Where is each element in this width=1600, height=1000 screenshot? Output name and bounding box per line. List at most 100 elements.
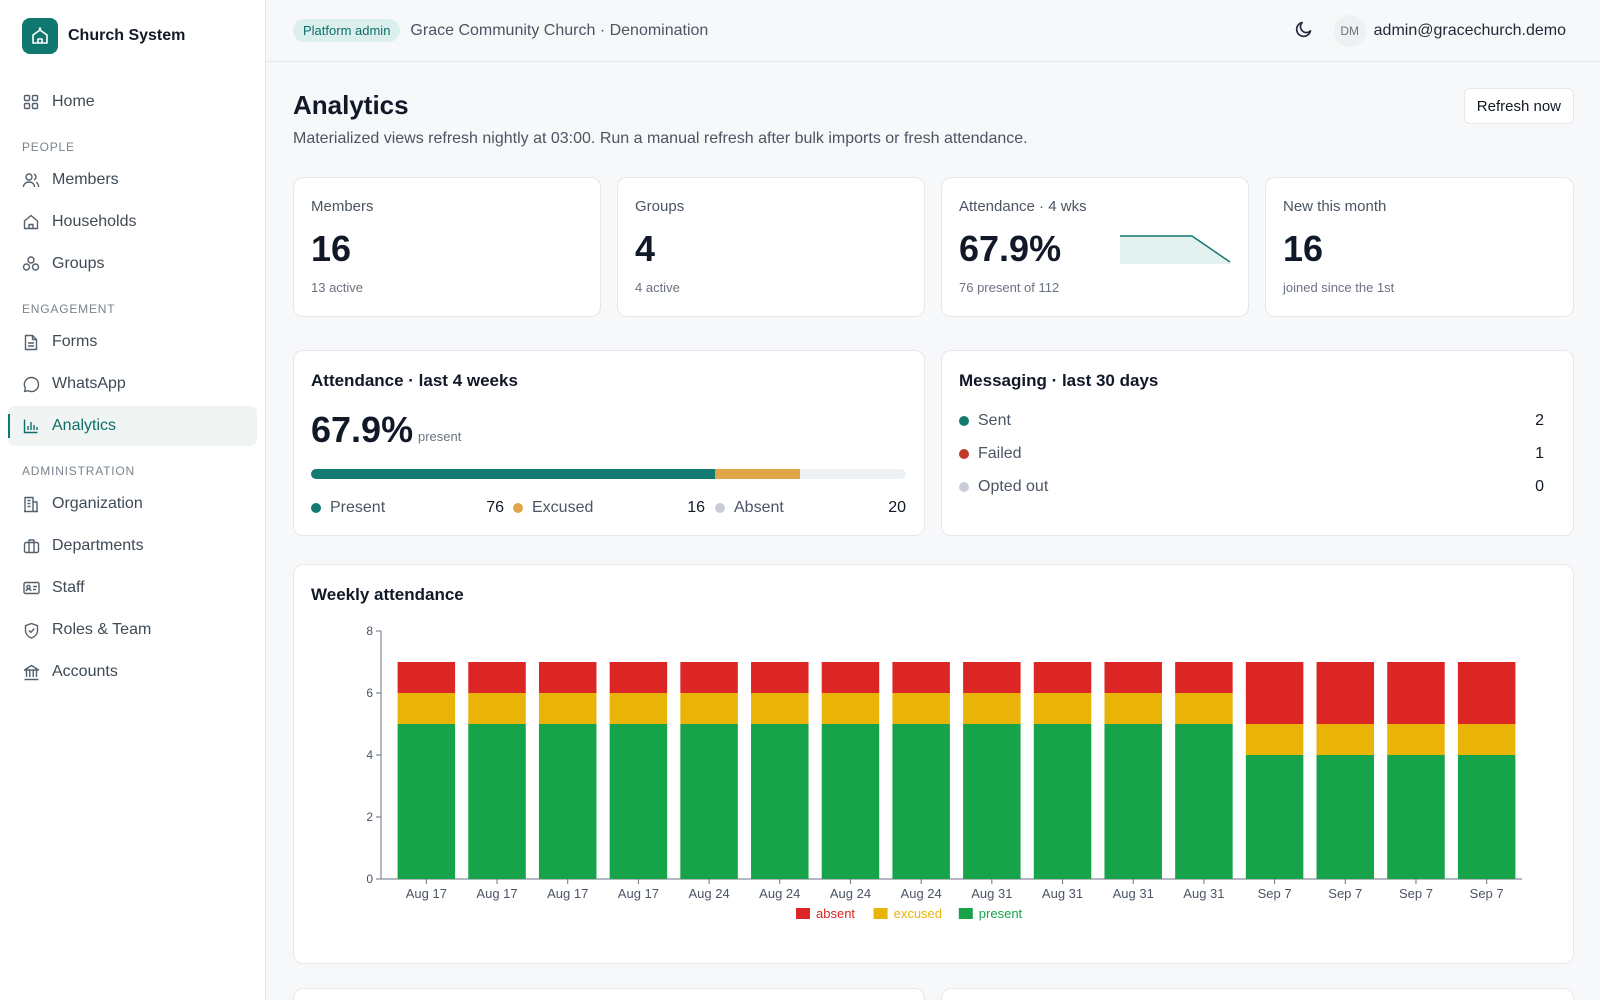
bar-absent <box>1033 662 1092 693</box>
sidebar-item-label: Organization <box>52 495 143 512</box>
user-email[interactable]: admin@gracechurch.demo <box>1374 22 1566 40</box>
sidebar-item-label: Departments <box>52 537 144 554</box>
bar-excused <box>680 693 738 724</box>
bar-excused <box>1387 724 1445 755</box>
stat-label: Members <box>311 198 374 215</box>
bar-excused <box>1316 724 1375 755</box>
sidebar-item-label: Roles & Team <box>52 621 152 638</box>
dark-mode-toggle[interactable] <box>1290 17 1318 45</box>
x-tick-label: Aug 31 <box>1183 886 1224 901</box>
users-icon <box>22 171 40 189</box>
sidebar-item-analytics[interactable]: Analytics <box>8 406 257 446</box>
bar-excused <box>609 693 668 724</box>
sidebar-item-groups[interactable]: Groups <box>8 244 257 284</box>
stat-sub: 4 active <box>635 280 680 295</box>
stat-label: New this month <box>1283 198 1387 215</box>
bar-excused <box>963 693 1021 724</box>
bar-present <box>680 724 738 879</box>
bar-absent <box>892 662 950 693</box>
bar-present <box>963 724 1021 879</box>
moon-icon <box>1295 20 1313 43</box>
attendance-sparkline <box>1120 235 1231 264</box>
weekly-attendance-chart: 0 2 4 6 8 Aug 17 Aug 17 Aug 17 Aug 17 Aug 24 Aug 2… <box>366 624 1522 921</box>
sidebar-item-households[interactable]: Households <box>8 202 257 242</box>
sidebar-item-accounts[interactable]: Accounts <box>8 652 257 692</box>
sidebar-item-departments[interactable]: Departments <box>8 526 257 566</box>
brand[interactable]: Church System <box>0 0 265 72</box>
row-label: Sent <box>978 412 1011 429</box>
bar-present <box>609 724 668 879</box>
chat-bubble-icon <box>22 375 40 393</box>
bar-absent <box>751 662 809 693</box>
briefcase-icon <box>22 537 40 555</box>
x-tick-label: Aug 31 <box>1042 886 1083 901</box>
church-logo-icon <box>22 18 58 54</box>
bar-present <box>538 724 597 879</box>
house-icon <box>22 213 40 231</box>
legend-swatch-present <box>958 908 973 919</box>
sidebar-item-organization[interactable]: Organization <box>8 484 257 524</box>
bar-present <box>1175 724 1233 879</box>
messaging-row-sent: Sent 2 <box>959 411 1544 431</box>
x-tick-label: Aug 17 <box>618 886 659 901</box>
page-title: Analytics <box>293 90 409 120</box>
sidebar-item-home[interactable]: Home <box>8 82 257 122</box>
stat-card-attendance: Attendance · 4 wks 67.9% 76 present of 1… <box>941 177 1249 317</box>
bar-absent <box>1457 662 1516 724</box>
x-tick-label: Aug 31 <box>971 886 1012 901</box>
bar-present <box>1104 724 1162 879</box>
attendance-percent: 67.9% <box>311 409 414 450</box>
refresh-now-button[interactable]: Refresh now <box>1463 88 1574 124</box>
excused-dot <box>513 503 523 513</box>
card-title: Attendance · last 4 weeks <box>311 371 518 390</box>
sidebar-item-roles-team[interactable]: Roles & Team <box>8 610 257 650</box>
page-subtitle: Materialized views refresh nightly at 03… <box>293 130 1028 147</box>
bar-excused <box>468 693 526 724</box>
opted-out-dot <box>959 482 969 492</box>
bar-absent <box>609 662 668 693</box>
messaging-row-opted-out: Opted out 0 <box>959 477 1544 497</box>
bar-absent <box>1316 662 1375 724</box>
bar-excused <box>1033 693 1092 724</box>
excused-count: 16 <box>687 499 705 516</box>
absent-dot <box>715 503 725 513</box>
x-tick-label: Aug 24 <box>901 886 942 901</box>
weekly-attendance-card: Weekly attendance 0 2 4 6 8 Aug 17 Aug 17 Aug 1… <box>293 564 1574 964</box>
stat-label: Groups <box>635 198 685 215</box>
grid-icon <box>22 93 40 111</box>
stat-value: 67.9% <box>959 228 1062 269</box>
row-value: 1 <box>1535 445 1544 462</box>
absent-count: 20 <box>888 499 906 516</box>
bar-present <box>1316 755 1375 879</box>
y-tick-label: 2 <box>366 810 373 824</box>
sidebar-item-members[interactable]: Members <box>8 160 257 200</box>
org-breadcrumb[interactable]: Grace Community Church · Denomination <box>410 22 708 40</box>
x-tick-label: Sep 7 <box>1258 886 1292 901</box>
bar-absent <box>538 662 597 693</box>
sidebar-item-staff[interactable]: Staff <box>8 568 257 608</box>
stat-card-groups: Groups 4 4 active <box>617 177 925 317</box>
sidebar-item-forms[interactable]: Forms <box>8 322 257 362</box>
bar-absent <box>468 662 526 693</box>
x-tick-label: Aug 31 <box>1113 886 1154 901</box>
bar-excused <box>1457 724 1516 755</box>
nav-section-engagement: ENGAGEMENT <box>22 302 116 316</box>
stat-value: 4 <box>635 228 656 269</box>
progress-excused <box>714 469 800 479</box>
avatar[interactable]: DM <box>1333 15 1366 47</box>
bar-excused <box>821 693 880 724</box>
sidebar-item-whatsapp[interactable]: WhatsApp <box>8 364 257 404</box>
bar-present <box>892 724 950 879</box>
app-name: Church System <box>68 27 186 44</box>
bar-excused <box>397 693 456 724</box>
x-tick-label: Aug 17 <box>406 886 447 901</box>
bar-absent <box>680 662 738 693</box>
y-tick-label: 6 <box>366 686 373 700</box>
bar-present <box>751 724 809 879</box>
bar-absent <box>821 662 880 693</box>
bar-excused <box>751 693 809 724</box>
attendance-card: Attendance · last 4 weeks 67.9% present … <box>293 350 925 536</box>
bank-icon <box>22 663 40 681</box>
row-label: Opted out <box>978 478 1049 495</box>
legend-label: Present <box>330 499 386 516</box>
